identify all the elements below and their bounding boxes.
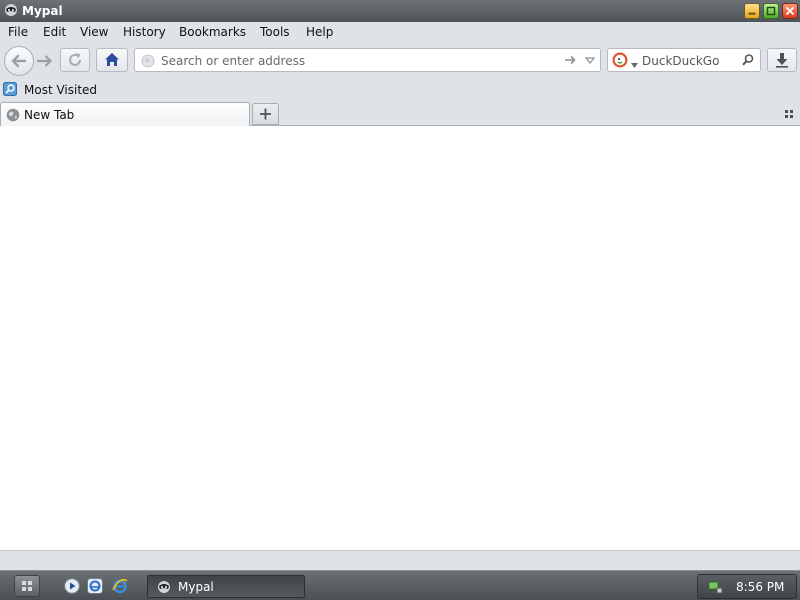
menu-edit[interactable]: Edit — [43, 25, 66, 39]
internet-explorer-icon[interactable] — [112, 578, 128, 594]
grid-icon — [785, 110, 793, 118]
list-all-tabs-button[interactable] — [782, 108, 796, 120]
navigation-toolbar — [0, 42, 800, 78]
system-tray: 8:56 PM — [697, 574, 797, 599]
menu-view[interactable]: View — [80, 25, 108, 39]
menu-help[interactable]: Help — [306, 25, 333, 39]
page-content[interactable] — [0, 127, 800, 550]
network-icon[interactable] — [707, 579, 723, 595]
menu-file[interactable]: File — [8, 25, 28, 39]
menu-bar: File Edit View History Bookmarks Tools H… — [0, 22, 800, 42]
globe-icon — [6, 108, 20, 122]
address-input[interactable] — [161, 52, 551, 69]
title-bar: Mypal — [0, 0, 800, 22]
home-button[interactable] — [96, 48, 128, 72]
duckduckgo-icon[interactable] — [612, 52, 628, 68]
menu-history[interactable]: History — [123, 25, 166, 39]
taskbar-task-mypal[interactable]: Mypal — [147, 575, 305, 598]
most-visited-icon — [3, 82, 17, 96]
bookmark-label: Most Visited — [24, 83, 98, 97]
address-bar[interactable] — [134, 48, 601, 72]
bookmarks-toolbar: Most Visited — [0, 78, 800, 100]
search-icon[interactable] — [741, 53, 755, 67]
browser-icon[interactable] — [87, 578, 103, 594]
tab-strip: New Tab — [0, 100, 800, 126]
site-identity-icon[interactable] — [141, 54, 155, 68]
history-dropdown-icon[interactable] — [584, 53, 596, 67]
back-arrow-icon — [11, 54, 27, 68]
go-arrow-icon[interactable] — [563, 53, 577, 67]
back-button[interactable] — [4, 46, 34, 76]
menu-tools[interactable]: Tools — [260, 25, 290, 39]
menu-bookmarks[interactable]: Bookmarks — [179, 25, 246, 39]
start-menu-button[interactable] — [14, 575, 40, 597]
status-bar — [0, 550, 800, 570]
search-input[interactable] — [642, 52, 738, 69]
media-player-icon[interactable] — [64, 578, 80, 594]
mypal-raccoon-icon — [157, 580, 171, 594]
clock[interactable]: 8:56 PM — [736, 580, 784, 594]
mypal-raccoon-icon — [4, 3, 18, 17]
tab-new-tab[interactable]: New Tab — [0, 102, 250, 126]
minimize-button[interactable] — [744, 3, 760, 19]
forward-button[interactable] — [33, 51, 57, 71]
close-button[interactable] — [782, 3, 798, 19]
tab-label: New Tab — [24, 108, 75, 122]
new-tab-button[interactable] — [252, 103, 279, 125]
maximize-button[interactable] — [763, 3, 779, 19]
home-icon — [105, 53, 119, 66]
reload-button[interactable] — [60, 48, 90, 72]
search-bar[interactable] — [607, 48, 761, 72]
plus-icon — [260, 108, 271, 120]
window-title: Mypal — [22, 4, 63, 18]
download-icon — [776, 53, 788, 68]
reload-icon — [69, 53, 81, 66]
app-grid-icon — [22, 581, 32, 591]
forward-arrow-icon — [36, 55, 53, 67]
downloads-button[interactable] — [767, 48, 797, 72]
engine-dropdown-icon[interactable] — [631, 57, 638, 68]
task-label: Mypal — [178, 580, 214, 594]
taskbar: Mypal 8:56 PM — [0, 570, 800, 600]
